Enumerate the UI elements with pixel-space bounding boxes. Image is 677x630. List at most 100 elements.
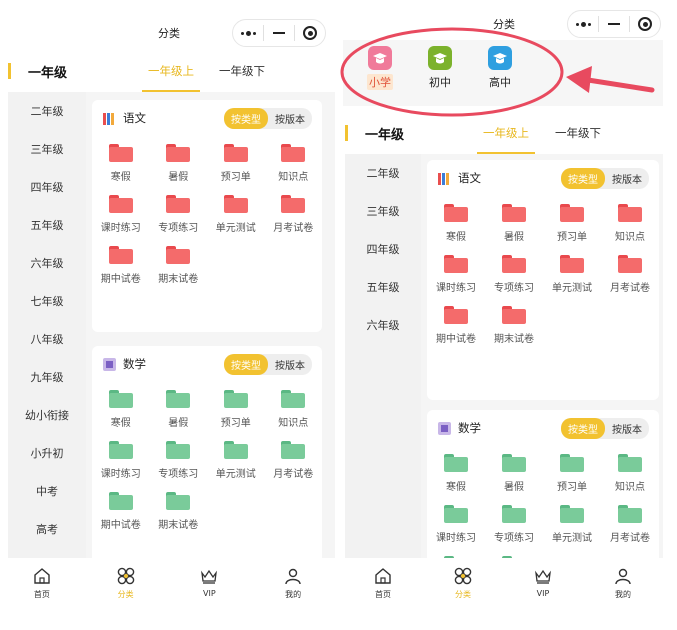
sidebar-item-grade[interactable]: 中考 [8, 472, 86, 510]
resource-item[interactable]: 预习单 [543, 454, 601, 493]
resource-item[interactable]: 知识点 [265, 390, 323, 429]
resource-item[interactable]: 期中试卷 [92, 492, 150, 531]
resource-item[interactable]: 月考试卷 [601, 255, 659, 294]
folder-icon [108, 246, 133, 264]
folder-icon [560, 204, 584, 222]
school-level-junior[interactable]: 初中 [427, 46, 453, 90]
close-button[interactable] [630, 11, 660, 37]
close-button[interactable] [295, 20, 325, 46]
sidebar-item-grade[interactable]: 五年级 [345, 268, 421, 306]
more-button[interactable] [568, 11, 598, 37]
resource-item[interactable]: 预习单 [207, 144, 265, 183]
sort-by-type-button[interactable]: 按类型 [224, 354, 268, 375]
resource-item[interactable]: 暑假 [150, 144, 208, 183]
resource-item[interactable]: 知识点 [265, 144, 323, 183]
resource-item[interactable]: 专项练习 [485, 255, 543, 294]
resource-item[interactable]: 专项练习 [150, 195, 208, 234]
school-level-primary[interactable]: 小学 [367, 46, 393, 90]
folder-icon [108, 441, 133, 459]
sidebar-item-grade[interactable]: 二年级 [345, 154, 421, 192]
tab-category[interactable]: 分类 [84, 558, 168, 610]
sidebar-item-grade[interactable]: 五年级 [8, 206, 86, 244]
sidebar-item-grade[interactable]: 小升初 [8, 434, 86, 472]
minimize-button[interactable] [264, 20, 294, 46]
sort-by-edition-button[interactable]: 按版本 [268, 108, 312, 129]
resource-item[interactable]: 课时练习 [427, 255, 485, 294]
resource-label: 月考试卷 [273, 223, 314, 234]
school-level-senior[interactable]: 高中 [487, 46, 513, 90]
resource-item[interactable]: 专项练习 [485, 505, 543, 544]
resource-item[interactable]: 课时练习 [427, 505, 485, 544]
resource-item[interactable]: 暑假 [150, 390, 208, 429]
tab-label: 首页 [33, 590, 50, 599]
sort-by-type-button[interactable]: 按类型 [561, 168, 605, 189]
resource-item[interactable]: 暑假 [485, 454, 543, 493]
sidebar-item-grade[interactable]: 三年级 [8, 130, 86, 168]
resource-item[interactable]: 暑假 [485, 204, 543, 243]
sort-by-type-button[interactable]: 按类型 [224, 108, 268, 129]
resource-item[interactable]: 月考试卷 [601, 505, 659, 544]
sidebar-item-grade[interactable]: 高考 [8, 510, 86, 548]
resource-item[interactable]: 预习单 [543, 204, 601, 243]
home-icon [34, 568, 50, 584]
resource-item[interactable]: 知识点 [601, 204, 659, 243]
resource-item[interactable]: 寒假 [92, 390, 150, 429]
sort-by-type-button[interactable]: 按类型 [561, 418, 605, 439]
tab-home[interactable]: 首页 [0, 558, 84, 610]
sidebar-item-grade[interactable]: 二年级 [8, 92, 86, 130]
sidebar-item-grade[interactable]: 四年级 [345, 230, 421, 268]
resource-item[interactable]: 课时练习 [92, 441, 150, 480]
resource-item[interactable]: 预习单 [207, 390, 265, 429]
tab-crown[interactable]: VIP [168, 558, 252, 610]
primary-school-icon [368, 46, 392, 70]
sidebar-item-grade[interactable]: 八年级 [8, 320, 86, 358]
resource-item[interactable]: 单元测试 [207, 195, 265, 234]
resource-item[interactable]: 寒假 [427, 204, 485, 243]
sort-by-edition-button[interactable]: 按版本 [605, 168, 649, 189]
resource-item[interactable]: 专项练习 [150, 441, 208, 480]
sidebar-item-grade[interactable]: 六年级 [8, 244, 86, 282]
tab-category[interactable]: 分类 [423, 558, 503, 610]
sidebar-item-grade[interactable]: 四年级 [8, 168, 86, 206]
current-grade[interactable]: 一年级 [8, 50, 67, 92]
resource-item[interactable]: 期中试卷 [427, 306, 485, 345]
folder-icon [166, 492, 191, 510]
tab-crown[interactable]: VIP [503, 558, 583, 610]
page-title: 分类 [493, 18, 515, 31]
resource-item[interactable]: 单元测试 [543, 505, 601, 544]
tab-term-second[interactable]: 一年级下 [219, 50, 265, 92]
resource-item[interactable]: 月考试卷 [265, 441, 323, 480]
grade-sidebar: 二年级 三年级 四年级 五年级 六年级 [345, 154, 421, 558]
grade-sidebar: 二年级 三年级 四年级 五年级 六年级 七年级 八年级 九年级 幼小衔接 小升初 中考 高考 [8, 92, 86, 558]
resource-item[interactable]: 单元测试 [207, 441, 265, 480]
sidebar-item-grade[interactable]: 七年级 [8, 282, 86, 320]
tab-profile[interactable]: 我的 [251, 558, 335, 610]
folder-icon [281, 144, 306, 162]
sidebar-item-grade[interactable]: 六年级 [345, 306, 421, 344]
resource-item[interactable]: 期中试卷 [92, 246, 150, 285]
content-area: 语文 按类型 按版本 寒假 暑假 预习单 知识点 课时练习 专项练习 单元测试 月考试卷 期中试卷 期末… [421, 154, 663, 610]
resource-item[interactable]: 单元测试 [543, 255, 601, 294]
resource-item[interactable]: 月考试卷 [265, 195, 323, 234]
tab-term-first[interactable]: 一年级上 [142, 50, 200, 92]
minimize-button[interactable] [599, 11, 629, 37]
resource-item[interactable]: 课时练习 [92, 195, 150, 234]
tab-profile[interactable]: 我的 [583, 558, 663, 610]
resource-item[interactable]: 寒假 [92, 144, 150, 183]
tab-term-first[interactable]: 一年级上 [477, 112, 535, 154]
current-grade[interactable]: 一年级 [345, 112, 404, 154]
resource-item[interactable]: 知识点 [601, 454, 659, 493]
sidebar-item-grade[interactable]: 三年级 [345, 192, 421, 230]
resource-item[interactable]: 期末试卷 [485, 306, 543, 345]
resource-item[interactable]: 期末试卷 [150, 492, 208, 531]
resource-item[interactable]: 期末试卷 [150, 246, 208, 285]
tab-term-second[interactable]: 一年级下 [555, 112, 601, 154]
tab-label: 分类 [455, 590, 471, 599]
tab-home[interactable]: 首页 [343, 558, 423, 610]
more-button[interactable] [233, 20, 263, 46]
sidebar-item-grade[interactable]: 幼小衔接 [8, 396, 86, 434]
sidebar-item-grade[interactable]: 九年级 [8, 358, 86, 396]
resource-item[interactable]: 寒假 [427, 454, 485, 493]
sort-by-edition-button[interactable]: 按版本 [605, 418, 649, 439]
sort-by-edition-button[interactable]: 按版本 [268, 354, 312, 375]
